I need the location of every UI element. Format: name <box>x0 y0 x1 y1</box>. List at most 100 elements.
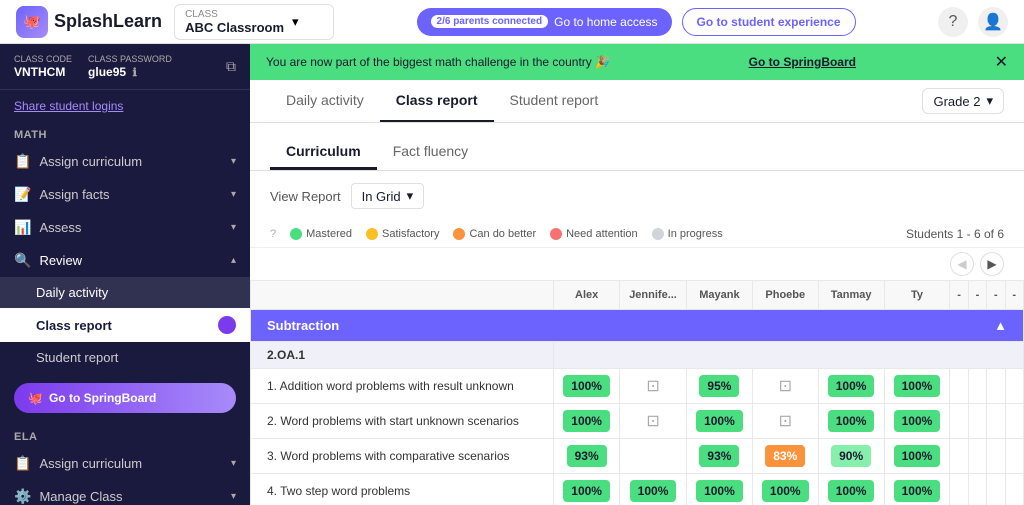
grades-table: Alex Jennife... Mayank Phoebe Tanmay Ty … <box>250 280 1024 505</box>
sub-tab-curriculum[interactable]: Curriculum <box>270 135 377 170</box>
student-header-jennifer: Jennife... <box>620 281 687 310</box>
home-access-label: Go to home access <box>554 15 657 29</box>
header-center: 2/6 parents connected Go to home access … <box>346 8 926 36</box>
chevron-right-icon: ▾ <box>231 491 236 502</box>
view-report-label: View Report <box>270 189 341 204</box>
prev-arrow-button[interactable]: ◀ <box>950 252 974 276</box>
copy-icon[interactable]: ⧉ <box>226 58 236 75</box>
class-password-label: CLASS PASSWORD <box>88 54 172 64</box>
class-report-label: Class report <box>36 318 112 333</box>
main-tabs: Daily activity Class report Student repo… <box>270 80 614 122</box>
sidebar-item-assign-facts[interactable]: 📝 Assign facts ▾ <box>0 178 250 211</box>
home-access-button[interactable]: 2/6 parents connected Go to home access <box>417 8 672 36</box>
score-mayank-2: 100% <box>687 404 753 439</box>
score-jennifer-2: ⊡ <box>620 404 687 439</box>
score-b3-1 <box>987 369 1005 404</box>
student-header-mayank: Mayank <box>687 281 753 310</box>
springboard-icon: 🐙 <box>28 391 43 405</box>
main-layout: CLASS CODE VNTHCM CLASS PASSWORD glue95 … <box>0 44 1024 505</box>
score-ty-3: 100% <box>884 439 950 474</box>
class-selector[interactable]: CLASS ABC Classroom ▾ <box>174 4 334 40</box>
ela-section-title: ELA <box>0 423 250 447</box>
topic-1: 1. Addition word problems with result un… <box>251 369 554 404</box>
students-count: Students 1 - 6 of 6 <box>906 227 1004 241</box>
manage-icon: ⚙️ <box>14 488 31 505</box>
sidebar-subitem-student-report[interactable]: Student report <box>0 342 250 373</box>
curriculum-icon: 📋 <box>14 153 31 170</box>
sidebar-item-assess[interactable]: 📊 Assess ▾ <box>0 211 250 244</box>
score-b4-3 <box>1005 439 1024 474</box>
class-password-value: glue95 <box>88 65 126 79</box>
student-header-blank3: - <box>987 281 1005 310</box>
chevron-down-icon: ▾ <box>292 14 299 30</box>
manage-class-label: Manage Class <box>39 489 122 504</box>
oa-label: 2.OA.1 <box>251 342 554 369</box>
account-button[interactable]: 👤 <box>978 7 1008 37</box>
share-link-section: Share student logins <box>0 90 250 121</box>
score-phoebe-1: ⊡ <box>752 369 818 404</box>
sidebar-item-ela-curriculum[interactable]: 📋 Assign curriculum ▾ <box>0 447 250 480</box>
legend-need-attention: Need attention <box>550 228 638 240</box>
legend-in-progress: In progress <box>652 228 723 240</box>
score-tanmay-4: 100% <box>818 474 884 505</box>
need-attention-dot <box>550 228 562 240</box>
score-ty-2: 100% <box>884 404 950 439</box>
score-mayank-1: 95% <box>687 369 753 404</box>
assess-label: Assess <box>39 220 81 235</box>
section-subtraction-cell: Subtraction ▲ <box>251 310 1024 342</box>
springboard-banner-link[interactable]: Go to SpringBoard <box>749 55 856 69</box>
class-name: ABC Classroom <box>185 20 284 35</box>
view-report-select[interactable]: In Grid ▾ <box>351 183 425 209</box>
score-b4-2 <box>1005 404 1024 439</box>
collapse-icon[interactable]: ▲ <box>994 318 1007 333</box>
main-tabs-bar: Daily activity Class report Student repo… <box>250 80 1024 123</box>
student-exp-label: Go to student experience <box>697 15 841 29</box>
in-progress-label: In progress <box>668 228 723 240</box>
score-ty-1: 100% <box>884 369 950 404</box>
score-b3-3 <box>987 439 1005 474</box>
table-row: 4. Two step word problems 100% 100% 100%… <box>251 474 1024 505</box>
class-code-item: CLASS CODE VNTHCM <box>14 54 72 79</box>
help-button[interactable]: ? <box>938 7 968 37</box>
go-to-springboard-button[interactable]: 🐙 Go to SpringBoard <box>14 383 236 413</box>
class-info: CLASS CODE VNTHCM CLASS PASSWORD glue95 … <box>0 44 250 90</box>
student-experience-button[interactable]: Go to student experience <box>682 8 856 36</box>
content-area: Daily activity Class report Student repo… <box>250 80 1024 505</box>
sidebar-subitem-class-report[interactable]: Class report Click Here <box>0 308 250 342</box>
sidebar-item-assign-curriculum[interactable]: 📋 Assign curriculum ▾ <box>0 145 250 178</box>
active-indicator <box>218 316 236 334</box>
score-b4-1 <box>1005 369 1024 404</box>
legend-bar: ? Mastered Satisfactory Can do better Ne… <box>250 221 1024 248</box>
score-phoebe-3: 83% <box>752 439 818 474</box>
score-tanmay-3: 90% <box>818 439 884 474</box>
score-alex-2: 100% <box>554 404 620 439</box>
sidebar: CLASS CODE VNTHCM CLASS PASSWORD glue95 … <box>0 44 250 505</box>
next-arrow-button[interactable]: ▶ <box>980 252 1004 276</box>
sidebar-item-review[interactable]: 🔍 Review ▴ <box>0 244 250 277</box>
report-controls: View Report In Grid ▾ <box>250 171 1024 221</box>
grade-selector[interactable]: Grade 2 ▾ <box>922 88 1004 114</box>
mastered-dot <box>290 228 302 240</box>
tab-student-report[interactable]: Student report <box>494 80 615 122</box>
score-b1-2 <box>950 404 968 439</box>
class-password-item: CLASS PASSWORD glue95 ℹ <box>88 54 172 79</box>
banner-text: You are now part of the biggest math cha… <box>266 55 610 69</box>
ela-curriculum-label: Assign curriculum <box>39 456 142 471</box>
table-header-row: Alex Jennife... Mayank Phoebe Tanmay Ty … <box>251 281 1024 310</box>
assign-facts-label: Assign facts <box>39 187 109 202</box>
banner-close-icon[interactable]: ✕ <box>995 52 1008 72</box>
tab-daily-activity[interactable]: Daily activity <box>270 80 380 122</box>
score-b4-4 <box>1005 474 1024 505</box>
sub-tabs-bar: Curriculum Fact fluency <box>250 123 1024 171</box>
share-student-logins-link[interactable]: Share student logins <box>14 99 123 113</box>
score-b3-4 <box>987 474 1005 505</box>
student-header-blank4: - <box>1005 281 1024 310</box>
chevron-right-icon: ▾ <box>231 222 236 233</box>
score-b2-3 <box>968 439 986 474</box>
tab-class-report[interactable]: Class report <box>380 80 494 122</box>
class-codes: CLASS CODE VNTHCM CLASS PASSWORD glue95 … <box>14 54 172 79</box>
chevron-right-icon: ▾ <box>231 189 236 200</box>
sidebar-subitem-daily-activity[interactable]: Daily activity <box>0 277 250 308</box>
sidebar-item-manage-class[interactable]: ⚙️ Manage Class ▾ <box>0 480 250 505</box>
sub-tab-fact-fluency[interactable]: Fact fluency <box>377 135 484 170</box>
